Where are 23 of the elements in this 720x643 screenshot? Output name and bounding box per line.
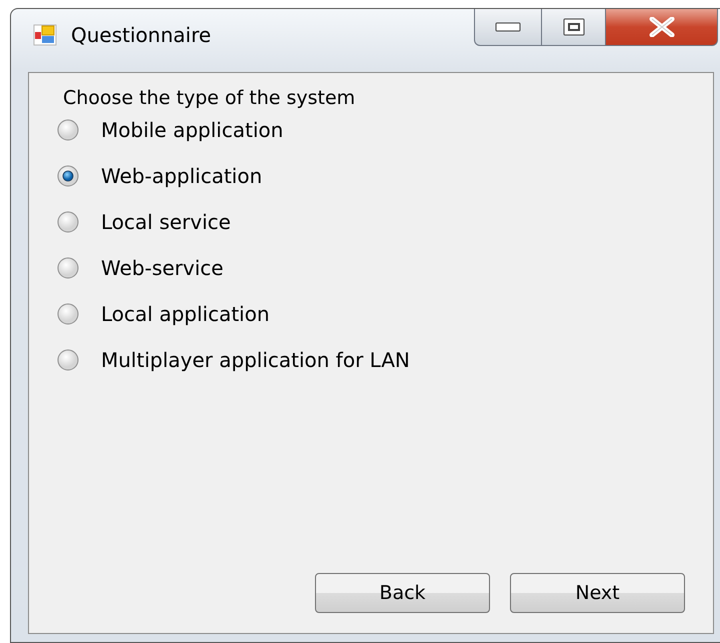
radio-button[interactable] <box>57 211 79 233</box>
app-icon <box>33 24 57 46</box>
radio-option[interactable]: Mobile application <box>57 116 713 144</box>
radio-button[interactable] <box>57 303 79 325</box>
nav-button[interactable]: Back <box>315 573 490 613</box>
close-icon <box>648 17 674 37</box>
radio-option[interactable]: Local application <box>57 300 713 328</box>
radio-button[interactable] <box>57 119 79 141</box>
radio-button[interactable] <box>57 349 79 371</box>
radio-option[interactable]: Multiplayer application for LAN <box>57 346 713 374</box>
minimize-button[interactable] <box>474 9 542 46</box>
radio-option[interactable]: Web-service <box>57 254 713 282</box>
maximize-icon <box>562 18 584 36</box>
radio-button[interactable] <box>57 165 79 187</box>
question-text: Choose the type of the system <box>63 87 356 109</box>
radio-option[interactable]: Local service <box>57 208 713 236</box>
nav-button[interactable]: Next <box>510 573 685 613</box>
radio-button[interactable] <box>57 257 79 279</box>
close-button[interactable] <box>606 9 718 46</box>
window-title: Questionnaire <box>71 23 212 47</box>
radio-option[interactable]: Web-application <box>57 162 713 190</box>
minimize-icon <box>495 22 521 32</box>
maximize-button[interactable] <box>542 9 606 46</box>
